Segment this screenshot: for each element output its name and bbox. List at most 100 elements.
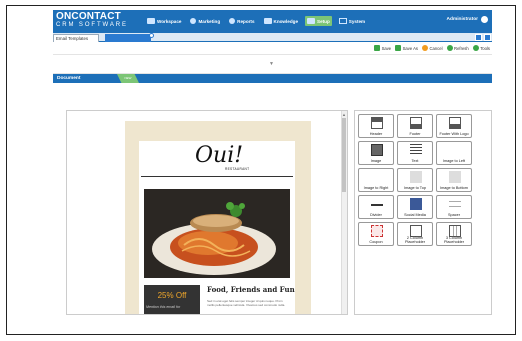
block-footer[interactable]: Footer bbox=[397, 114, 433, 138]
block-label: 2 Column Placeholder bbox=[404, 236, 426, 244]
block-label: Footer bbox=[409, 132, 421, 136]
tools-button[interactable]: Tools bbox=[472, 45, 490, 51]
workspace-icon bbox=[147, 18, 155, 24]
document-tag[interactable]: NEW bbox=[117, 74, 139, 83]
image-block-icon bbox=[371, 144, 383, 156]
editor-toolbar: Save Save As Cancel Refresh Tools bbox=[53, 42, 492, 55]
refresh-button[interactable]: Refresh bbox=[446, 45, 469, 51]
scroll-thumb[interactable] bbox=[342, 118, 346, 192]
block-footer-with-logo[interactable]: Footer With Logo bbox=[436, 114, 472, 138]
block-palette: Header Footer Footer With Logo Image Tex… bbox=[354, 110, 492, 315]
reports-icon bbox=[229, 18, 236, 24]
cancel-button[interactable]: Cancel bbox=[422, 45, 443, 51]
block-divider[interactable]: Divider bbox=[358, 195, 394, 219]
properties-collapse-row: ▼ bbox=[53, 55, 492, 74]
tab-close-icon[interactable] bbox=[149, 33, 154, 38]
block-label: Image to Left bbox=[442, 159, 466, 163]
nav-marketing-label: Marketing bbox=[198, 18, 221, 24]
article-title: Food, Friends and Fun bbox=[207, 285, 295, 294]
coupon-block-icon bbox=[371, 225, 383, 237]
oncontact-logo[interactable]: ONCONTACT CRM SOFTWARE bbox=[56, 12, 128, 29]
document-bar: Document NEW bbox=[53, 74, 492, 83]
marketing-icon bbox=[190, 18, 197, 24]
chevron-down-icon[interactable]: ▼ bbox=[269, 61, 274, 67]
block-label: Image to Top bbox=[404, 186, 426, 190]
tab-new[interactable] bbox=[105, 34, 151, 42]
save-button[interactable]: Save bbox=[374, 45, 391, 51]
nav-workspace-label: Workspace bbox=[157, 18, 182, 24]
email-header[interactable]: Oui! RESTAURANT bbox=[141, 141, 293, 177]
nav-setup-label: Setup bbox=[317, 18, 330, 24]
block-label: Image to Bottom bbox=[440, 186, 468, 190]
article-text: Sed in erat eget felis semper integer id… bbox=[207, 299, 286, 307]
block-label: Header bbox=[369, 132, 383, 136]
refresh-icon bbox=[446, 45, 453, 51]
block-spacer[interactable]: Spacer bbox=[436, 195, 472, 219]
image-bottom-block-icon bbox=[449, 171, 461, 183]
settings-icon[interactable] bbox=[475, 34, 482, 41]
scroll-up-icon[interactable]: ▲ bbox=[342, 112, 346, 117]
canvas-scrollbar[interactable]: ▲ bbox=[341, 111, 347, 314]
nav-marketing[interactable]: Marketing bbox=[188, 16, 222, 26]
block-label: Image to Right bbox=[363, 186, 389, 190]
document-label: Document bbox=[57, 76, 81, 81]
toolbar-actions: Save Save As Cancel Refresh Tools bbox=[374, 45, 490, 51]
block-label: Image bbox=[370, 159, 382, 163]
nav-setup[interactable]: Setup bbox=[305, 16, 332, 26]
block-three-column[interactable]: 3 Column Placeholder bbox=[436, 222, 472, 246]
nav-knowledge-label: Knowledge bbox=[273, 18, 299, 24]
pasta-photo bbox=[144, 189, 290, 278]
save-as-label: Save As bbox=[402, 45, 418, 51]
coupon-promo[interactable]: 25% Off Mention this email for bbox=[144, 285, 200, 314]
nav-system[interactable]: System bbox=[337, 16, 367, 26]
block-two-column[interactable]: 2 Column Placeholder bbox=[397, 222, 433, 246]
image-right-block-icon bbox=[371, 171, 383, 183]
footer-block-icon bbox=[410, 117, 422, 129]
block-label: Spacer bbox=[447, 213, 461, 217]
block-label: Social Media bbox=[404, 213, 426, 217]
restaurant-logo: Oui! bbox=[195, 143, 244, 168]
block-image-right[interactable]: Image to Right bbox=[358, 168, 394, 192]
social-media-block-icon bbox=[410, 198, 422, 210]
block-image[interactable]: Image bbox=[358, 141, 394, 165]
block-label: 3 Column Placeholder bbox=[443, 236, 465, 244]
block-image-bottom[interactable]: Image to Bottom bbox=[436, 168, 472, 192]
tools-label: Tools bbox=[480, 45, 490, 51]
email-body: Oui! RESTAURANT 25% Off Mention this ema… bbox=[139, 141, 295, 314]
cancel-icon bbox=[422, 45, 428, 51]
header-block-icon bbox=[371, 117, 383, 129]
refresh-label: Refresh bbox=[454, 45, 469, 51]
save-icon bbox=[374, 45, 381, 51]
block-image-left[interactable]: Image to Left bbox=[436, 141, 472, 165]
block-image-top[interactable]: Image to Top bbox=[397, 168, 433, 192]
food-image[interactable] bbox=[144, 189, 290, 278]
block-label: Text bbox=[411, 159, 419, 163]
gear-icon[interactable] bbox=[481, 16, 488, 23]
block-coupon[interactable]: Coupon bbox=[358, 222, 394, 246]
promo-value: 25% Off bbox=[157, 291, 187, 300]
user-name: Administrator bbox=[446, 17, 478, 22]
setup-icon bbox=[307, 18, 316, 24]
nav-reports[interactable]: Reports bbox=[227, 16, 256, 26]
save-as-icon bbox=[395, 45, 402, 51]
top-nav-bar: ONCONTACT CRM SOFTWARE Workspace Marketi… bbox=[53, 10, 492, 33]
window-icon[interactable] bbox=[484, 34, 491, 41]
nav-knowledge[interactable]: Knowledge bbox=[262, 16, 301, 26]
block-social-media[interactable]: Social Media bbox=[397, 195, 433, 219]
monitor-icon bbox=[338, 18, 347, 24]
tab-strip: Email Templates bbox=[53, 33, 492, 42]
block-text[interactable]: Text bbox=[397, 141, 433, 165]
user-menu[interactable]: Administrator bbox=[447, 16, 488, 23]
save-as-button[interactable]: Save As bbox=[395, 45, 418, 51]
crm-app-window: ONCONTACT CRM SOFTWARE Workspace Marketi… bbox=[53, 10, 492, 315]
footer-logo-block-icon bbox=[449, 117, 461, 129]
image-left-block-icon bbox=[449, 144, 461, 156]
logo-line-2: CRM SOFTWARE bbox=[56, 22, 128, 28]
knowledge-icon bbox=[263, 18, 272, 24]
nav-workspace[interactable]: Workspace bbox=[145, 16, 183, 26]
email-canvas[interactable]: Oui! RESTAURANT 25% Off Mention this ema… bbox=[66, 110, 348, 315]
restaurant-logo-sub: RESTAURANT bbox=[225, 167, 250, 171]
email-template-preview[interactable]: Oui! RESTAURANT 25% Off Mention this ema… bbox=[125, 121, 311, 314]
block-header[interactable]: Header bbox=[358, 114, 394, 138]
tab-email-templates[interactable]: Email Templates bbox=[53, 34, 99, 42]
